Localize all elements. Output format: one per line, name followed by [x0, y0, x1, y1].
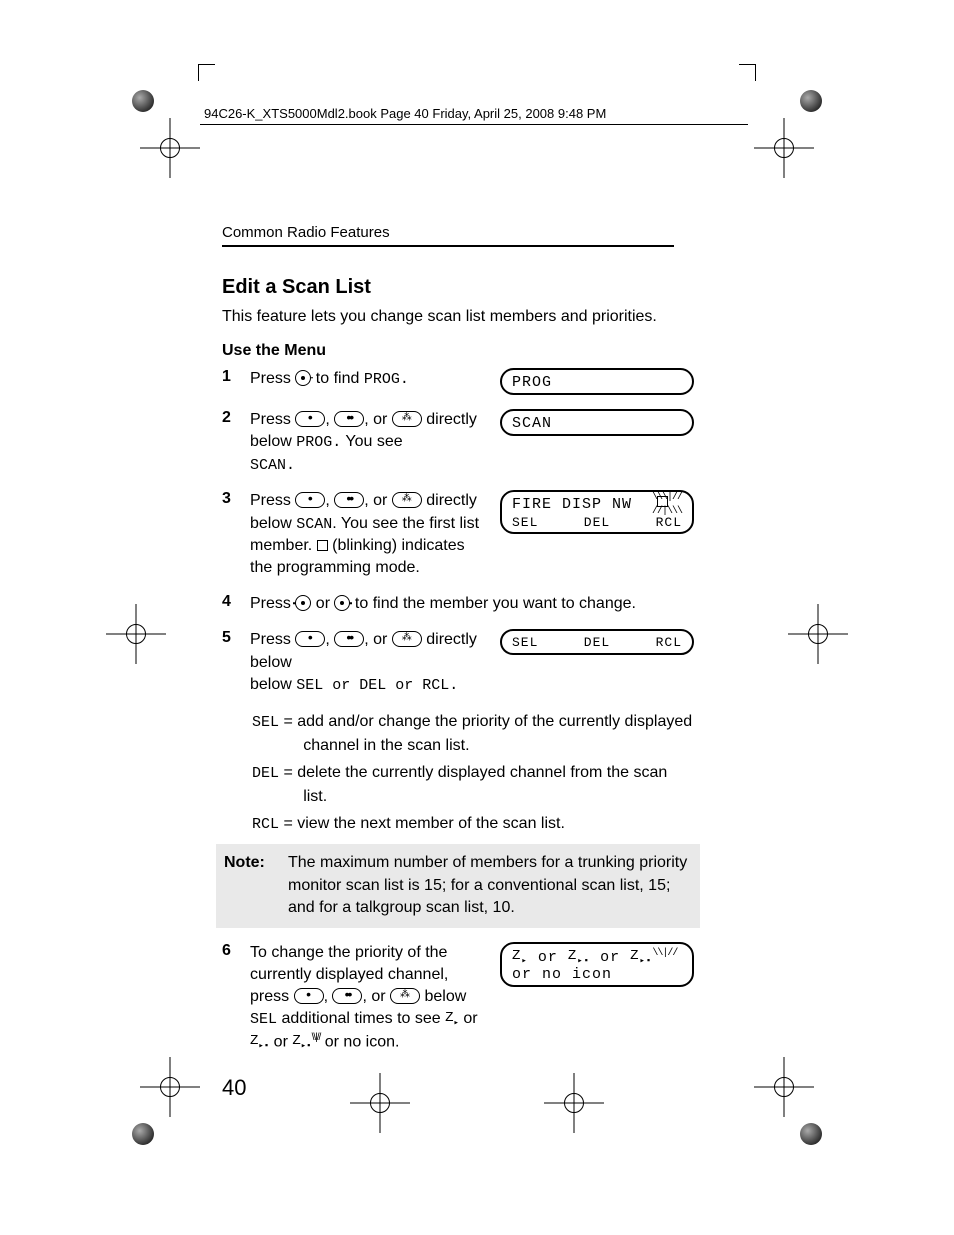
code-scan: SCAN [296, 516, 332, 533]
section-label: Common Radio Features [222, 224, 390, 241]
step-number: 4 [222, 593, 250, 611]
scan-blink-icon: Z▸▪ [292, 1032, 311, 1052]
blink-rays-icon: //|\\\ [652, 506, 682, 517]
select-right-icon [334, 595, 350, 611]
step-row: 4 Press or to find the member you want t… [222, 593, 694, 615]
step-row: 3 Press , , or directly below SCAN. You … [222, 490, 694, 579]
def-sel: SEL = add and/or change the priority of … [252, 710, 694, 757]
softkey-definitions: SEL = add and/or change the priority of … [252, 710, 694, 836]
softkey-three-dot-icon [390, 988, 420, 1004]
registration-dot [132, 90, 154, 112]
lcd-display: Z▸ or Z▸▪ or Z▸▪\\|// or no icon [500, 942, 694, 987]
lcd-softkey-row: SEL DEL RCL [512, 515, 682, 530]
softkey-one-dot-icon [295, 411, 325, 427]
step-text: To change the priority of the currently … [250, 942, 488, 1053]
step-row: 6 To change the priority of the currentl… [222, 942, 694, 1053]
section-heading: Common Radio Features [222, 224, 674, 247]
lcd-softkey-row: SEL DEL RCL [512, 635, 682, 650]
lcd-display: SCAN [500, 409, 694, 436]
step-row: 2 Press , , or directly below PROG. You … [222, 409, 694, 476]
lcd-display: FIRE DISP NW \\\|// //|\\\ SEL DEL RCL [500, 490, 694, 534]
scan-priority-icon: Z▸ [512, 948, 528, 966]
blink-rays-icon: \\\|// [652, 492, 682, 503]
def-del: DEL = delete the currently displayed cha… [252, 761, 694, 808]
softkey-two-dot-icon [332, 988, 362, 1004]
registration-mark [140, 118, 200, 178]
lcd-display: PROG [500, 368, 694, 395]
lcd-display: SEL DEL RCL [500, 629, 694, 655]
step-text: Press , , or directly below below SEL or… [250, 629, 488, 696]
note-text: The maximum number of members for a trun… [288, 852, 692, 920]
lcd-text: SCAN [512, 415, 552, 432]
step-number: 6 [222, 942, 250, 960]
softkey-one-dot-icon [294, 988, 324, 1004]
step-text: Press to find PROG. [250, 368, 488, 391]
softkey-three-dot-icon [392, 411, 422, 427]
select-left-icon [295, 595, 311, 611]
select-right-icon [295, 370, 311, 386]
softkey-two-dot-icon [334, 411, 364, 427]
note-block: Note: The maximum number of members for … [216, 844, 700, 928]
softkey-one-dot-icon [295, 492, 325, 508]
step-text: Press , , or directly below SCAN. You se… [250, 490, 488, 579]
registration-mark [788, 604, 848, 664]
page-number: 40 [222, 1075, 246, 1101]
lcd-line1: FIRE DISP NW [512, 496, 632, 513]
running-header: 94C26-K_XTS5000Mdl2.book Page 40 Friday,… [204, 106, 606, 121]
step-text: Press or to find the member you want to … [250, 593, 680, 615]
lcd-soft-del: DEL [584, 515, 610, 530]
lcd-soft-del: DEL [584, 635, 610, 650]
softkey-three-dot-icon [392, 492, 422, 508]
blink-rays-icon: \\|// [652, 948, 677, 959]
step-row: 5 Press , , or directly below below SEL … [222, 629, 694, 696]
blink-square-icon [317, 540, 328, 551]
section-rule [222, 245, 674, 247]
scan-blink-icon: Z▸▪ [630, 948, 652, 966]
registration-mark [140, 1057, 200, 1117]
step-row: 1 Press to find PROG. PROG [222, 368, 694, 395]
code-sel: SEL [250, 1011, 277, 1028]
lcd-soft-sel: SEL [512, 635, 538, 650]
lcd-soft-rcl: RCL [656, 515, 682, 530]
code-scan: SCAN. [250, 457, 295, 474]
step-number: 5 [222, 629, 250, 647]
header-rule [200, 124, 748, 125]
lcd-soft-rcl: RCL [656, 635, 682, 650]
registration-dot [132, 1123, 154, 1145]
softkey-two-dot-icon [334, 492, 364, 508]
scan-priority2-icon: Z▸▪ [250, 1032, 269, 1052]
registration-mark [754, 118, 814, 178]
lcd-tail: or no icon [512, 966, 612, 983]
code-prog: PROG. [296, 434, 341, 451]
note-label: Note: [224, 852, 288, 920]
softkey-one-dot-icon [295, 631, 325, 647]
registration-mark [754, 1057, 814, 1117]
page-title: Edit a Scan List [222, 276, 371, 299]
softkey-two-dot-icon [334, 631, 364, 647]
code-prog: PROG. [364, 371, 409, 388]
manual-page: 94C26-K_XTS5000Mdl2.book Page 40 Friday,… [0, 0, 954, 1235]
registration-mark [350, 1073, 410, 1133]
step-text: Press , , or directly below PROG. You se… [250, 409, 488, 476]
step-number: 3 [222, 490, 250, 508]
lcd-text: PROG [512, 374, 552, 391]
def-rcl: RCL = view the next member of the scan l… [252, 812, 694, 836]
lcd-soft-sel: SEL [512, 515, 538, 530]
registration-dot [800, 90, 822, 112]
intro-paragraph: This feature lets you change scan list m… [222, 306, 657, 328]
registration-dot [800, 1123, 822, 1145]
scan-priority2-icon: Z▸▪ [568, 948, 590, 966]
registration-mark [106, 604, 166, 664]
crop-mark [198, 64, 215, 81]
procedure-subheading: Use the Menu [222, 342, 326, 360]
scan-priority-icon: Z▸ [445, 1009, 459, 1029]
softkey-three-dot-icon [392, 631, 422, 647]
step-number: 1 [222, 368, 250, 386]
blink-rays-icon: \\|// [312, 1031, 321, 1045]
step-number: 2 [222, 409, 250, 427]
procedure-steps: 1 Press to find PROG. PROG 2 Press , , o… [222, 368, 694, 1067]
registration-mark [544, 1073, 604, 1133]
code-opts: SEL or DEL or RCL. [296, 677, 458, 694]
crop-mark [739, 64, 756, 81]
